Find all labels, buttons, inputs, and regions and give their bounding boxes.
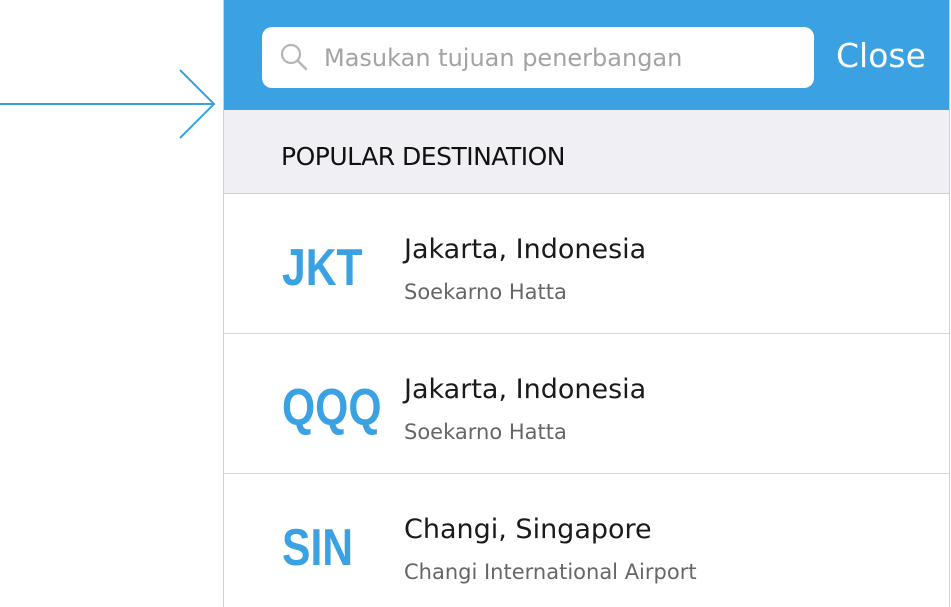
search-icon — [280, 43, 308, 71]
screen: Close POPULAR DESTINATION JKT Jakarta, I… — [0, 0, 951, 607]
destination-picker-panel: Close POPULAR DESTINATION JKT Jakarta, I… — [223, 0, 950, 607]
destination-list: JKT Jakarta, Indonesia Soekarno Hatta QQ… — [224, 194, 949, 607]
destination-item-jkt[interactable]: JKT Jakarta, Indonesia Soekarno Hatta — [224, 194, 949, 334]
section-title: POPULAR DESTINATION — [281, 142, 566, 171]
arrow-right-icon — [0, 69, 216, 139]
destination-city: Changi, Singapore — [404, 514, 652, 545]
destination-city: Jakarta, Indonesia — [404, 234, 647, 265]
search-header: Close — [224, 0, 949, 110]
destination-item-sin[interactable]: SIN Changi, Singapore Changi Internation… — [224, 474, 949, 607]
destination-airport: Changi International Airport — [404, 560, 697, 584]
airport-code: JKT — [282, 239, 363, 297]
destination-airport: Soekarno Hatta — [404, 280, 567, 304]
search-box[interactable] — [262, 27, 814, 88]
airport-code: QQQ — [282, 379, 382, 437]
popular-destination-header: POPULAR DESTINATION — [224, 110, 949, 194]
airport-code: SIN — [282, 519, 354, 577]
destination-item-qqq[interactable]: QQQ Jakarta, Indonesia Soekarno Hatta — [224, 334, 949, 474]
close-button[interactable]: Close — [836, 30, 936, 82]
destination-airport: Soekarno Hatta — [404, 420, 567, 444]
destination-city: Jakarta, Indonesia — [404, 374, 647, 405]
search-input[interactable] — [324, 27, 794, 88]
